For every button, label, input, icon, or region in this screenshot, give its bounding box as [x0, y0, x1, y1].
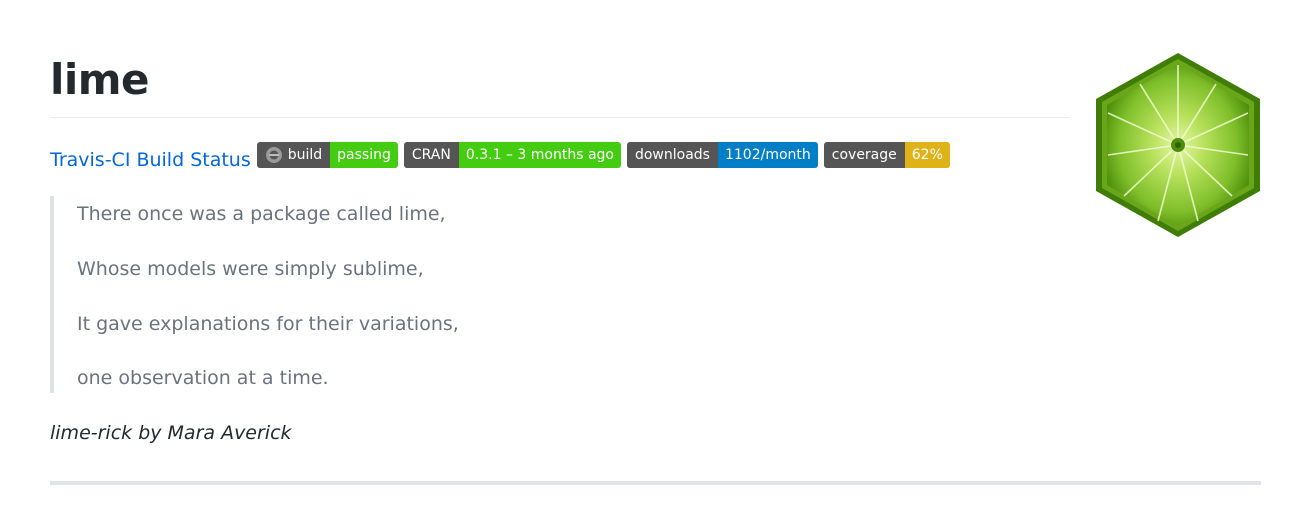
poem-line-2: Whose models were simply sublime, — [77, 258, 424, 280]
downloads-badge[interactable]: downloads 1102/month — [626, 142, 818, 168]
poem-line-1: There once was a package called lime, — [77, 203, 446, 225]
title-divider — [50, 117, 1069, 118]
lime-hexagon-logo — [1096, 53, 1260, 237]
poem-credit: lime-rick by Mara Averick — [50, 422, 292, 444]
coverage-badge-value: 62% — [904, 142, 950, 168]
cran-badge-value: 0.3.1 – 3 months ago — [458, 142, 621, 168]
downloads-badge-label: downloads — [626, 142, 718, 168]
section-divider — [50, 481, 1261, 485]
page-title: lime — [50, 55, 150, 104]
cran-version-badge[interactable]: CRAN 0.3.1 – 3 months ago — [403, 142, 621, 168]
downloads-badge-value: 1102/month — [717, 142, 818, 168]
coverage-badge-label: coverage — [823, 142, 905, 168]
build-badge-label: build — [287, 147, 323, 163]
limerick-quote: There once was a package called lime, Wh… — [50, 196, 754, 393]
travis-ci-icon — [265, 147, 282, 163]
travis-build-status-link[interactable]: Travis-CI Build Status — [50, 149, 251, 171]
poem-line-3: It gave explanations for their variation… — [77, 313, 459, 335]
badge-row: Travis-CI Build Status build passing CRA… — [50, 141, 956, 171]
poem-line-4: one observation at a time. — [77, 367, 329, 389]
cran-badge-label: CRAN — [403, 142, 459, 168]
build-status-badge[interactable]: build passing — [256, 142, 398, 168]
build-badge-value: passing — [330, 142, 398, 168]
coverage-badge[interactable]: coverage 62% — [823, 142, 950, 168]
